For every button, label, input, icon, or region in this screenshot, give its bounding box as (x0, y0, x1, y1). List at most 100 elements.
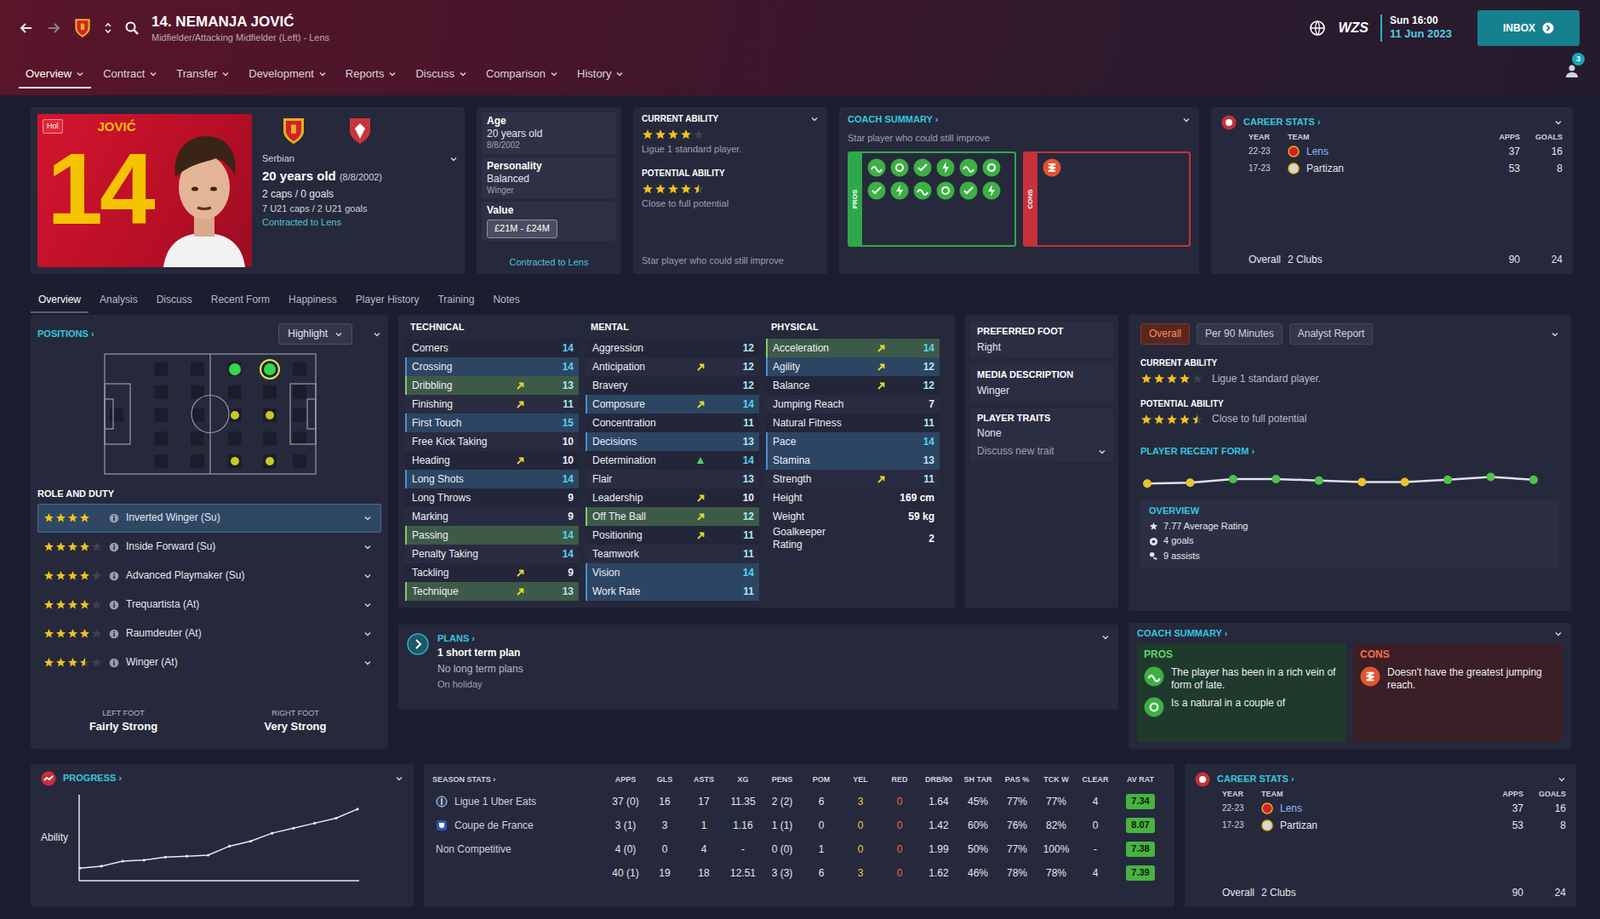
sub-tab[interactable]: Happiness (280, 288, 345, 314)
total-goals: 24 (1523, 885, 1566, 901)
position-dot[interactable] (230, 457, 240, 466)
forward-arrow-icon[interactable] (45, 20, 62, 36)
team-name[interactable]: Lens (1306, 145, 1329, 159)
menu-item[interactable]: Transfer (169, 67, 237, 89)
menu-item[interactable]: Comparison (479, 67, 566, 89)
team-name[interactable]: Lens (1280, 802, 1303, 816)
panel-title[interactable]: PLAYER RECENT FORM › (1140, 445, 1560, 458)
player-info: Serbian20 years old (8/8/2002)2 caps / 0… (262, 114, 458, 268)
panel-title[interactable]: COACH SUMMARY › (1137, 628, 1228, 640)
attribute-value: 14 (731, 566, 755, 580)
attribute-value: 9 (551, 510, 574, 524)
role-row[interactable]: Raumdeuter (At) (37, 619, 382, 649)
attribute-name: Marking (411, 510, 515, 524)
attribute-name: Decisions (592, 435, 695, 449)
attribute-row: Jumping Reach7 (765, 394, 940, 414)
attribute-value: 14 (551, 473, 574, 486)
collapse-chevron-icon[interactable] (1182, 115, 1191, 125)
attributes-panel: TECHNICALCorners14Crossing14Dribbling13F… (398, 314, 955, 608)
date-time: Sun 16:0011 Jun 2023 (1380, 14, 1452, 41)
star-rating (641, 182, 819, 195)
collapse-chevron-icon[interactable] (372, 330, 382, 339)
star-icon (55, 541, 67, 553)
nationality: Serbian (262, 153, 295, 166)
current-ability-row: Ligue 1 standard player. (1140, 372, 1560, 386)
view-tab[interactable]: Analyst Report (1289, 323, 1374, 345)
expand-chevron-icon[interactable] (810, 114, 819, 124)
panel-title[interactable]: COACH SUMMARY › (847, 114, 938, 126)
team-name[interactable]: Partizan (1280, 819, 1318, 833)
position-dot[interactable] (265, 411, 275, 420)
sub-tab[interactable]: Overview (30, 288, 89, 314)
menu-item[interactable]: Overview (18, 67, 92, 89)
career-total: Overall2 Clubs9024 (1194, 885, 1566, 901)
menu-item[interactable]: History (570, 67, 631, 89)
attribute-name: Penalty Taking (411, 548, 515, 561)
position-dot[interactable] (230, 411, 240, 420)
view-tab[interactable]: Per 90 Minutes (1196, 323, 1283, 345)
collapse-chevron-icon[interactable] (394, 774, 404, 783)
collapse-chevron-icon[interactable] (1554, 629, 1563, 639)
notifications[interactable]: 3 (1564, 62, 1580, 82)
back-arrow-icon[interactable] (18, 20, 35, 36)
inbox-button[interactable]: INBOX (1477, 10, 1580, 46)
age: 20 years old (262, 168, 337, 183)
sub-tab[interactable]: Discuss (148, 288, 200, 314)
column-header: GOALS (1523, 789, 1566, 800)
discuss-trait[interactable]: Discuss new trait (977, 445, 1107, 458)
plans-icon[interactable] (406, 633, 429, 656)
search-icon[interactable] (124, 20, 140, 36)
position-dot[interactable] (263, 363, 276, 376)
panel-title[interactable]: CAREER STATS › (1243, 116, 1321, 129)
trend-arrow-icon (694, 531, 707, 541)
player-title: 14. NEMANJA JOVIĆMidfielder/Attacking Mi… (151, 12, 330, 45)
attribute-row: Vision14 (585, 563, 760, 583)
competition-name[interactable]: Coupe de France (454, 819, 534, 833)
panel-title[interactable]: PLANS › (437, 633, 1093, 646)
sub-tab[interactable]: Player History (348, 288, 428, 314)
collapse-chevron-icon[interactable] (1101, 633, 1110, 642)
sub-tab[interactable]: Notes (485, 288, 527, 314)
menu-item[interactable]: Discuss (408, 67, 475, 89)
position-dot[interactable] (228, 363, 241, 376)
collapse-chevron-icon[interactable] (1554, 118, 1563, 127)
role-row[interactable]: Winger (At) (37, 648, 382, 678)
competition-name[interactable]: Ligue 1 Uber Eats (454, 795, 537, 809)
attribute-row: Decisions13 (585, 432, 760, 452)
stat-cell: 1 (801, 837, 841, 862)
view-tab[interactable]: Overall (1140, 323, 1190, 345)
detail-label: PLAYER TRAITS (977, 412, 1107, 425)
highlight-dropdown[interactable]: Highlight (278, 323, 353, 345)
role-row[interactable]: Inside Forward (Su) (37, 532, 382, 562)
star-icon (1178, 413, 1191, 426)
collapse-chevron-icon[interactable] (1550, 330, 1560, 339)
role-row[interactable]: Inverted Winger (Su) (37, 503, 382, 533)
menu-item[interactable]: Development (241, 67, 334, 89)
role-row[interactable]: Advanced Playmaker (Su) (37, 561, 382, 591)
stat-cell: 0 (880, 861, 920, 886)
competition-name[interactable]: Non Competitive (435, 843, 512, 857)
trend-arrow-icon (514, 568, 526, 578)
panel-title[interactable]: SEASON STATS › (432, 771, 606, 790)
panel-title[interactable]: POSITIONS › (37, 328, 95, 341)
sub-tab[interactable]: Analysis (91, 288, 146, 314)
expand-chevron-icon[interactable] (449, 154, 458, 164)
panel-title[interactable]: PROGRESS › (62, 772, 122, 785)
collapse-chevron-icon[interactable] (1557, 775, 1566, 784)
stat-cell: 76% (997, 813, 1037, 838)
contract-status[interactable]: Contracted to Lens (481, 257, 617, 269)
sub-tab[interactable]: Training (429, 288, 482, 314)
globe-icon[interactable] (1308, 19, 1326, 37)
sub-tab[interactable]: Recent Form (203, 288, 278, 314)
position-dot[interactable] (265, 457, 275, 466)
foot-label: LEFT FOOT (37, 708, 210, 719)
switch-player-icon[interactable] (103, 21, 113, 35)
menu-item[interactable]: Contract (96, 67, 165, 89)
dropdown-chevron-icon (334, 330, 343, 339)
role-row[interactable]: Trequartista (At) (37, 590, 382, 620)
contract-status[interactable]: Contracted to Lens (262, 217, 458, 229)
panel-title[interactable]: CAREER STATS › (1217, 773, 1295, 786)
team-name[interactable]: Partizan (1306, 162, 1344, 176)
menu-item[interactable]: Reports (338, 67, 405, 89)
bottom-area: PROGRESS ›AbilitySEASON STATS ›APPSGLSAS… (30, 764, 1577, 908)
